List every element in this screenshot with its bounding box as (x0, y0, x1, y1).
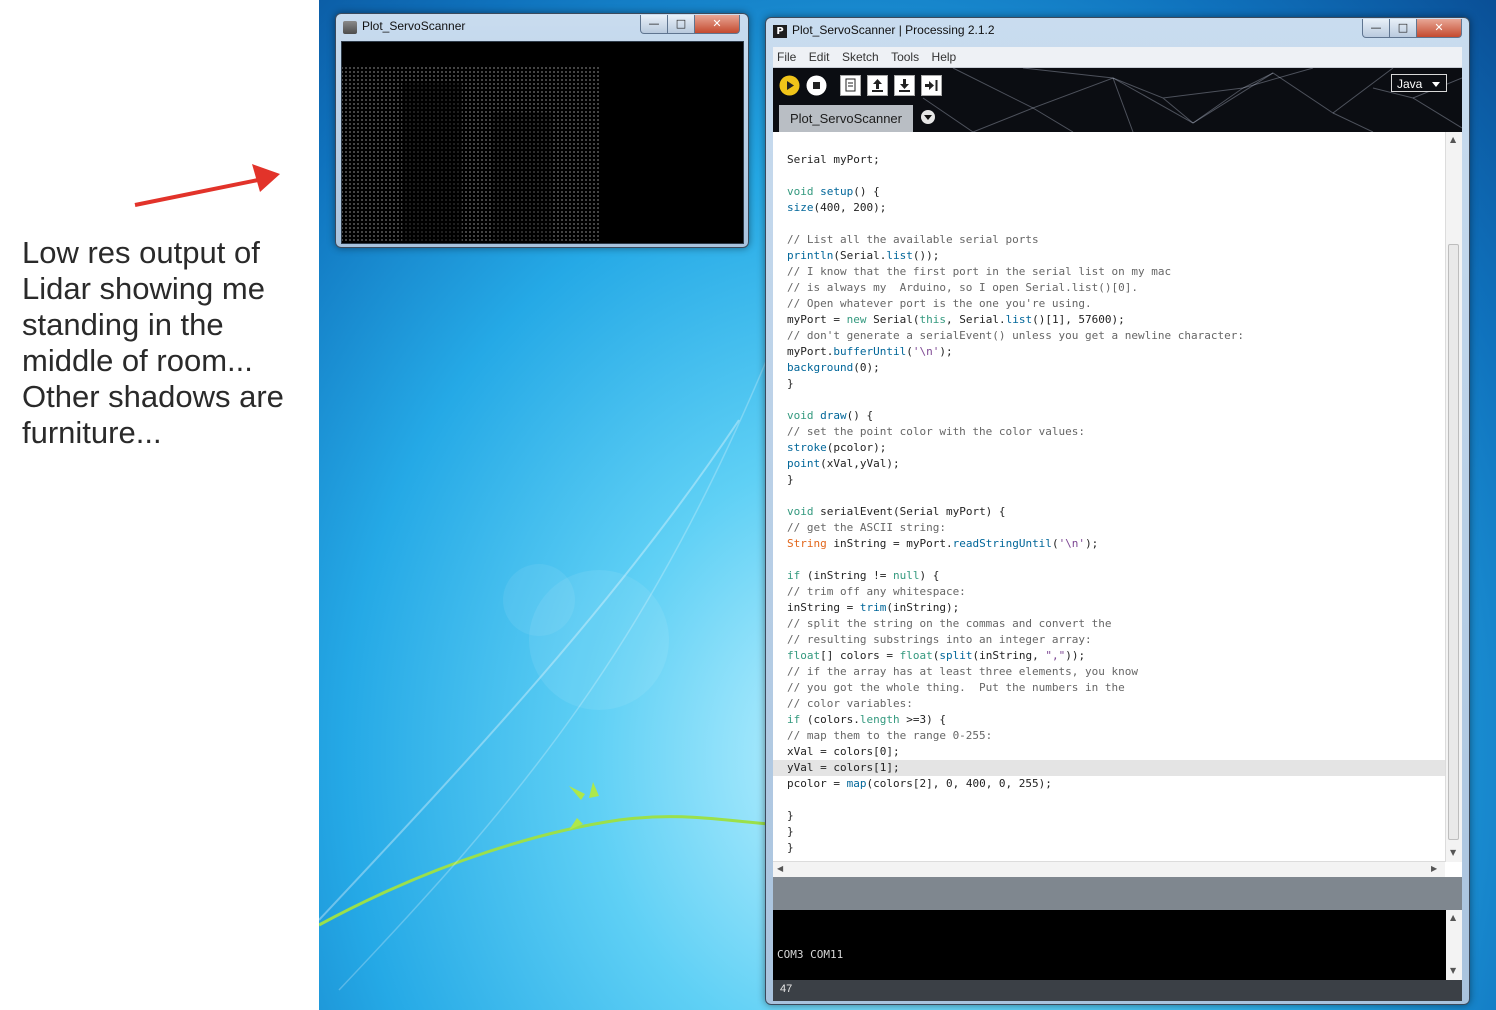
console-scrollbar[interactable]: ▲ ▼ (1446, 910, 1462, 980)
menu-bar: File Edit Sketch Tools Help (773, 47, 1462, 68)
code-line[interactable]: } (787, 808, 1244, 824)
horizontal-scrollbar[interactable]: ◀ ▶ (773, 861, 1445, 877)
code-line[interactable]: } (787, 840, 1244, 856)
menu-edit[interactable]: Edit (805, 47, 834, 65)
code-line[interactable]: myPort.bufferUntil('\n'); (787, 344, 1244, 360)
code-line[interactable]: background(0); (787, 360, 1244, 376)
code-line[interactable]: if (inString != null) { (787, 568, 1244, 584)
console[interactable]: COM3 COM11 ▲ ▼ (773, 910, 1462, 980)
minimize-button[interactable]: — (640, 15, 668, 34)
person-shadow (402, 82, 462, 243)
code-line[interactable]: // is always my Arduino, so I open Seria… (787, 280, 1244, 296)
menu-file[interactable]: File (773, 47, 800, 65)
code-line[interactable]: float[] colors = float(split(inString, "… (787, 648, 1244, 664)
line-number: 47 (780, 983, 793, 995)
menu-help[interactable]: Help (928, 47, 961, 65)
code-line[interactable]: ​ (787, 792, 1244, 808)
menu-tools[interactable]: Tools (887, 47, 923, 65)
message-area (773, 877, 1462, 910)
maximize-button[interactable]: □ (1389, 19, 1417, 38)
chevron-down-icon (1432, 82, 1440, 87)
code-line[interactable]: ​ (787, 392, 1244, 408)
code-line[interactable]: if (colors.length >=3) { (787, 712, 1244, 728)
vertical-scrollbar[interactable]: ▲ ▼ (1445, 132, 1462, 862)
furniture-shadow (492, 112, 552, 243)
code-line[interactable]: } (787, 376, 1244, 392)
code-line[interactable]: // List all the available serial ports (787, 232, 1244, 248)
code-line[interactable]: ​ (787, 168, 1244, 184)
mode-label: Java (1397, 77, 1423, 91)
code-line[interactable]: // split the string on the commas and co… (787, 616, 1244, 632)
save-sketch-icon[interactable] (894, 75, 915, 96)
scroll-down-icon[interactable]: ▼ (1450, 848, 1456, 857)
plot-window-title: Plot_ServoScanner (362, 19, 466, 33)
processing-logo-icon: P (773, 25, 787, 38)
code-line[interactable]: } (787, 824, 1244, 840)
scroll-right-icon[interactable]: ▶ (1431, 864, 1437, 873)
annotation-text: Low res output of Lidar showing me stand… (22, 235, 284, 450)
code-line[interactable]: inString = trim(inString); (787, 600, 1244, 616)
code-line[interactable]: println(Serial.list()); (787, 248, 1244, 264)
menu-sketch[interactable]: Sketch (838, 47, 883, 65)
code-line[interactable]: ​ (787, 552, 1244, 568)
app-icon (343, 21, 357, 34)
code-line[interactable]: ​ (787, 216, 1244, 232)
code-line[interactable]: // get the ASCII string: (787, 520, 1244, 536)
tab-plot-servoscanner[interactable]: Plot_ServoScanner (779, 105, 913, 132)
lidar-plot-canvas (341, 41, 744, 244)
toolbar: Java Plot_ServoScanner (773, 68, 1462, 132)
code-line[interactable]: myPort = new Serial(this, Serial.list()[… (787, 312, 1244, 328)
open-sketch-icon[interactable] (867, 75, 888, 96)
code-line[interactable]: String inString = myPort.readStringUntil… (787, 536, 1244, 552)
code-line[interactable]: // if the array has at least three eleme… (787, 664, 1244, 680)
code-line[interactable]: } (787, 472, 1244, 488)
code-line[interactable]: Serial myPort; (787, 152, 1244, 168)
code-line[interactable]: // trim off any whitespace: (787, 584, 1244, 600)
code-line[interactable]: // don't generate a serialEvent() unless… (787, 328, 1244, 344)
scroll-down-icon[interactable]: ▼ (1450, 966, 1456, 975)
code-line[interactable]: // I know that the first port in the ser… (787, 264, 1244, 280)
scroll-up-icon[interactable]: ▲ (1450, 913, 1456, 922)
code-line[interactable]: // map them to the range 0-255: (787, 728, 1244, 744)
code-line[interactable]: void serialEvent(Serial myPort) { (787, 504, 1244, 520)
code-line[interactable]: ​ (787, 488, 1244, 504)
scroll-thumb[interactable] (1448, 244, 1459, 840)
code-line[interactable]: stroke(pcolor); (787, 440, 1244, 456)
code-line[interactable]: xVal = colors[0]; (787, 744, 1244, 760)
code-line[interactable]: pcolor = map(colors[2], 0, 400, 0, 255); (787, 776, 1244, 792)
code-line[interactable]: // set the point color with the color va… (787, 424, 1244, 440)
code-line[interactable]: // resulting substrings into an integer … (787, 632, 1244, 648)
code-line[interactable]: size(400, 200); (787, 200, 1244, 216)
code-line[interactable]: // you got the whole thing. Put the numb… (787, 680, 1244, 696)
stop-button[interactable] (806, 75, 827, 96)
code-line[interactable]: void draw() { (787, 408, 1244, 424)
code-text[interactable]: Serial myPort;​void setup() {size(400, 2… (787, 152, 1244, 856)
processing-window[interactable]: P Plot_ServoScanner | Processing 2.1.2 —… (765, 17, 1470, 1005)
ide-window-title: Plot_ServoScanner | Processing 2.1.2 (792, 23, 995, 37)
plot-window[interactable]: Plot_ServoScanner — □ ✕ (335, 13, 749, 248)
code-line[interactable]: void setup() { (787, 184, 1244, 200)
new-sketch-icon[interactable] (840, 75, 861, 96)
minimize-button[interactable]: — (1362, 19, 1390, 38)
close-button[interactable]: ✕ (1416, 19, 1462, 38)
code-line[interactable]: yVal = colors[1]; (787, 760, 1244, 776)
maximize-button[interactable]: □ (667, 15, 695, 34)
red-arrow-icon (134, 164, 280, 207)
mode-select[interactable]: Java (1391, 74, 1447, 92)
annotation-panel: Low res output of Lidar showing me stand… (0, 0, 319, 1010)
tab-menu-icon[interactable] (921, 110, 935, 124)
code-line[interactable]: point(xVal,yVal); (787, 456, 1244, 472)
scroll-up-icon[interactable]: ▲ (1450, 135, 1456, 144)
run-button[interactable] (779, 75, 800, 96)
console-output: COM3 COM11 (777, 948, 844, 961)
code-editor[interactable]: Serial myPort;​void setup() {size(400, 2… (773, 132, 1462, 877)
scroll-left-icon[interactable]: ◀ (777, 864, 783, 873)
close-button[interactable]: ✕ (694, 15, 740, 34)
code-line[interactable]: // Open whatever port is the one you're … (787, 296, 1244, 312)
status-bar: 47 (773, 980, 1462, 1001)
code-line[interactable]: // color variables: (787, 696, 1244, 712)
export-icon[interactable] (921, 75, 942, 96)
